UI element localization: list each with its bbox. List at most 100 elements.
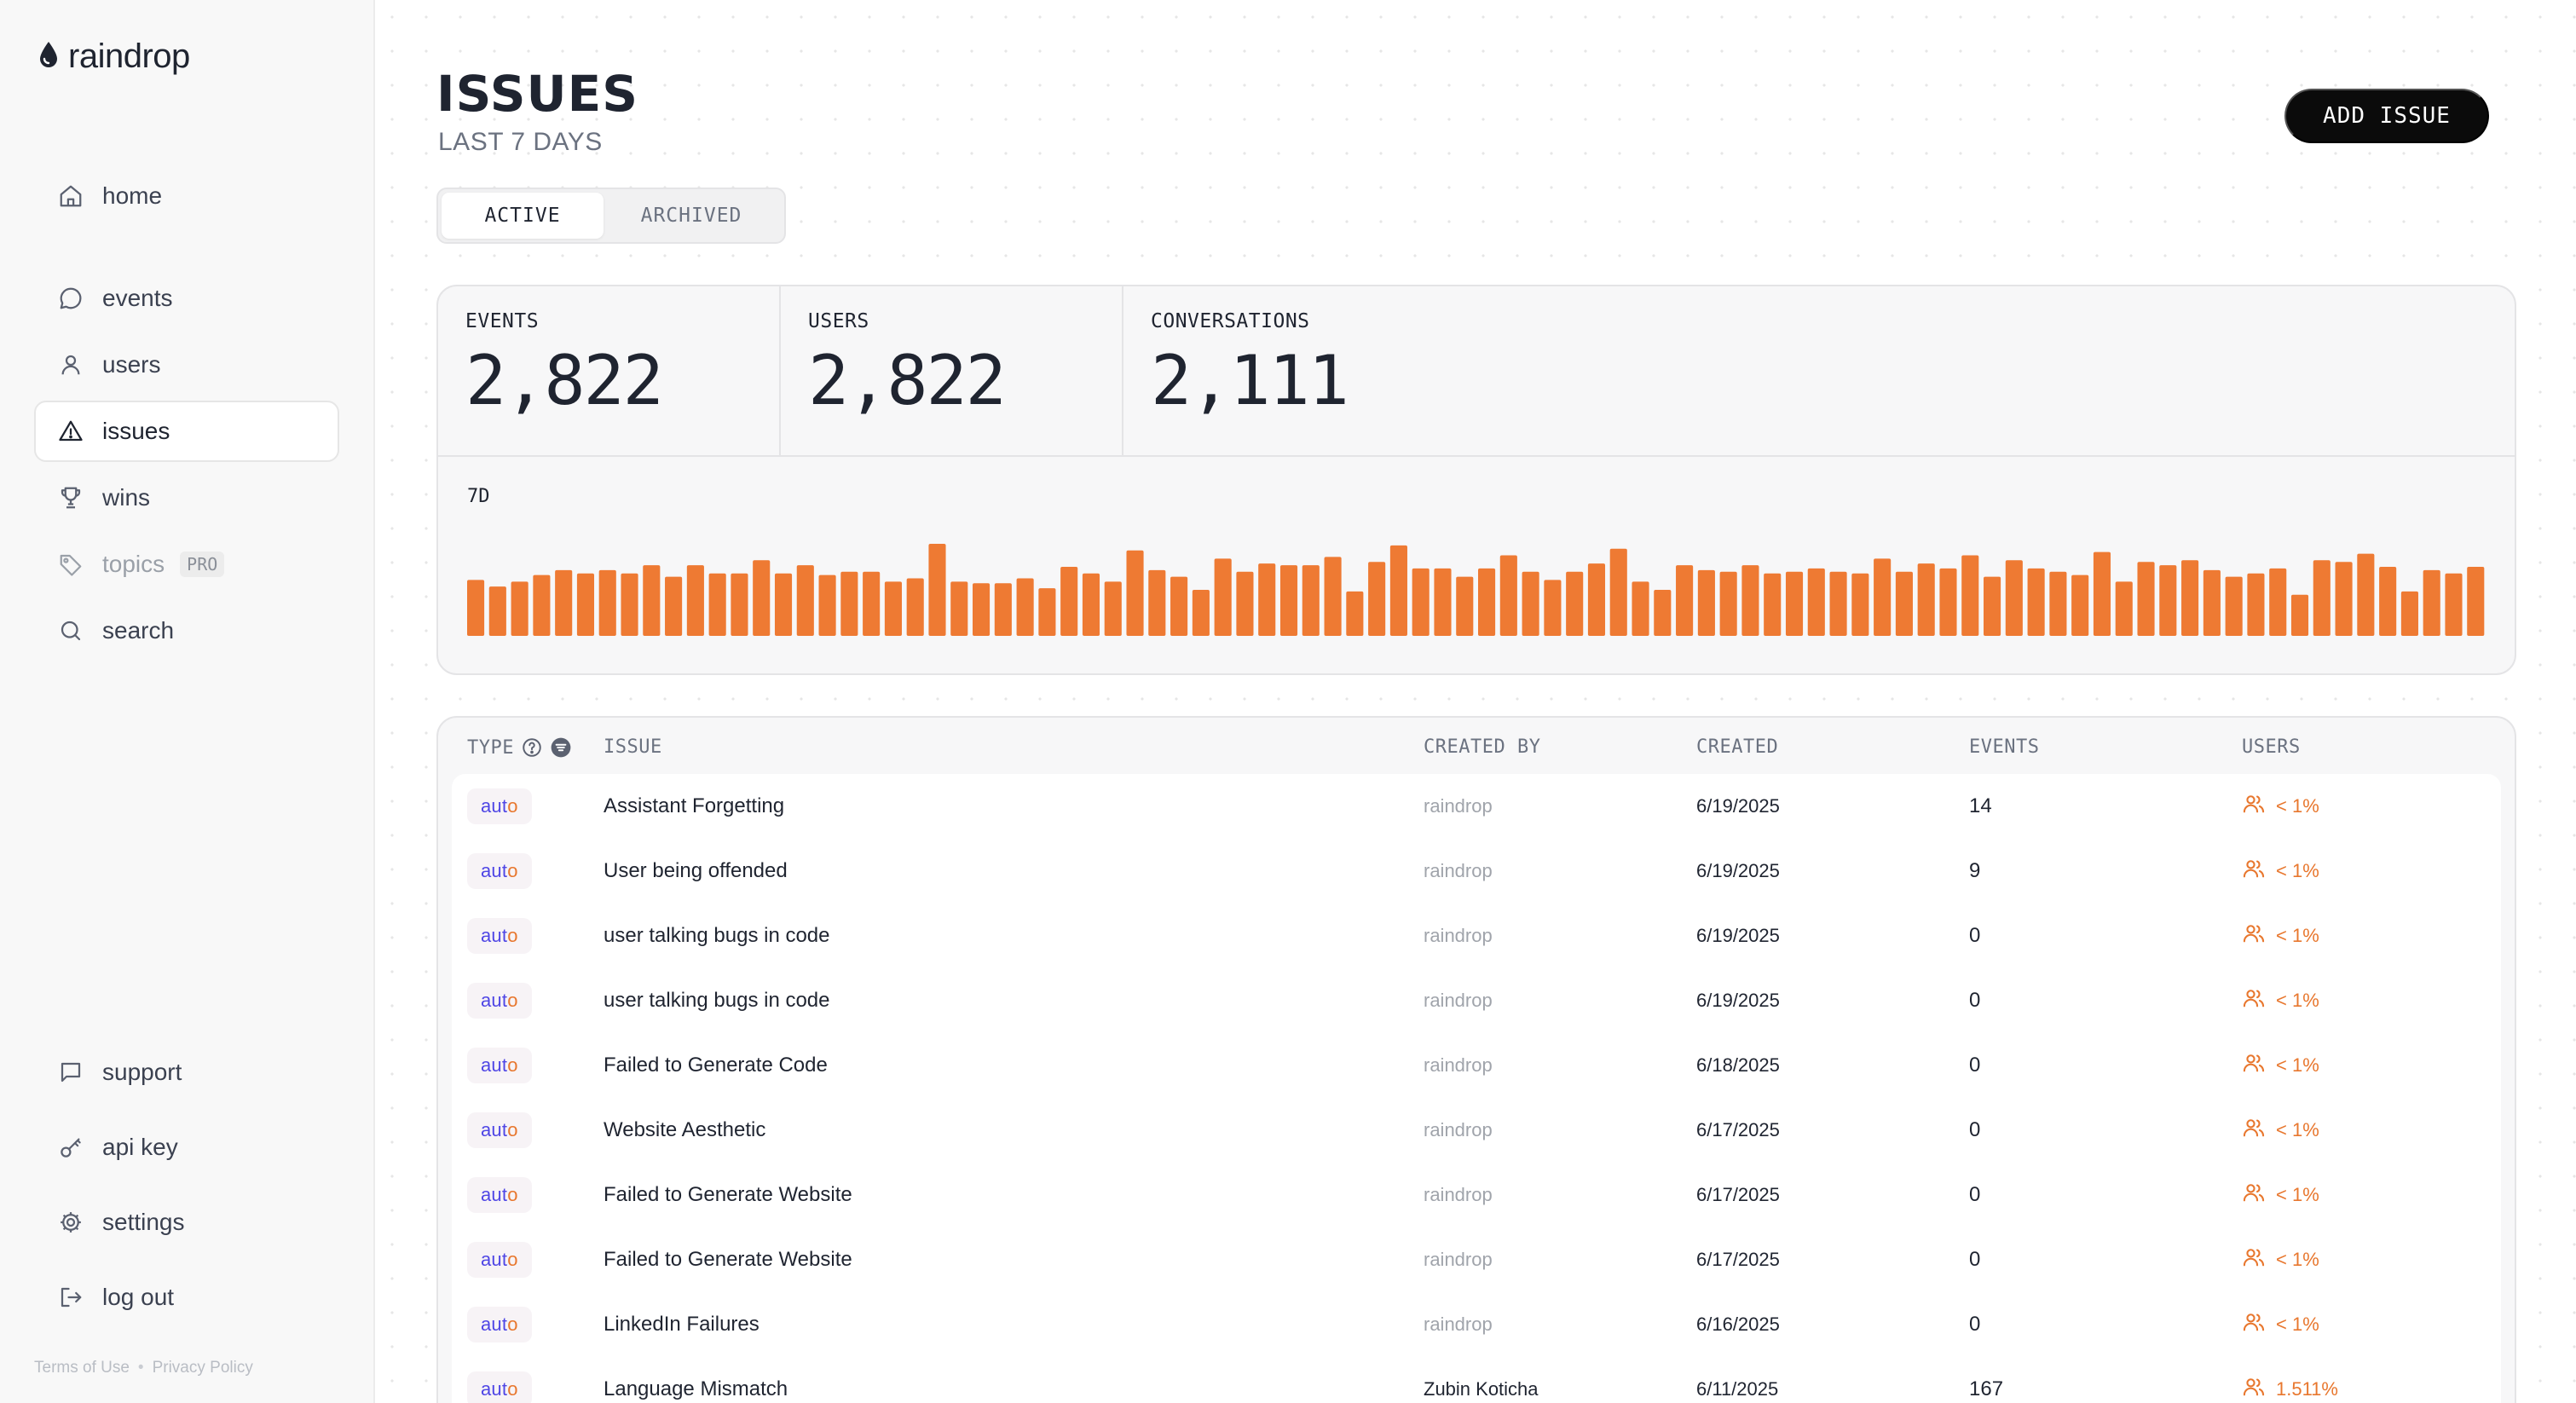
chart-bar[interactable] [1060, 567, 1078, 636]
table-row[interactable]: auto Language Mismatch Zubin Koticha 6/1… [452, 1357, 2501, 1403]
chart-bar[interactable] [1609, 548, 1627, 636]
column-header-events[interactable]: EVENTS [1969, 736, 2039, 758]
chart-bar[interactable] [2269, 568, 2287, 636]
chart-bar[interactable] [2379, 567, 2397, 636]
tab-active[interactable]: ACTIVE [442, 193, 604, 239]
chart-bar[interactable] [1324, 557, 1342, 636]
chart-bar[interactable] [1676, 565, 1694, 636]
chart-bar[interactable] [1346, 591, 1364, 636]
tab-archived[interactable]: ARCHIVED [604, 193, 779, 239]
chart-bar[interactable] [1412, 568, 1430, 636]
chart-bar[interactable] [467, 580, 485, 636]
chart-bar[interactable] [1961, 555, 1979, 637]
chart-bar[interactable] [973, 583, 991, 636]
chart-bar[interactable] [1082, 573, 1100, 636]
chart-bar[interactable] [2115, 581, 2133, 636]
chart-bar[interactable] [576, 573, 595, 636]
table-row[interactable]: auto Assistant Forgetting raindrop 6/19/… [452, 774, 2501, 839]
chart-bar[interactable] [2027, 568, 2045, 636]
issue-name[interactable]: Language Mismatch [604, 1357, 788, 1403]
chart-bar[interactable] [511, 581, 528, 636]
column-header-type[interactable]: TYPE [467, 736, 572, 759]
table-row[interactable]: auto Failed to Generate Website raindrop… [452, 1227, 2501, 1292]
chart-bar[interactable] [2203, 569, 2221, 636]
column-header-created-by[interactable]: CREATED BY [1424, 736, 1540, 758]
chart-bar[interactable] [1895, 571, 1913, 636]
chart-bar[interactable] [2137, 562, 2155, 636]
issue-name[interactable]: Assistant Forgetting [604, 774, 784, 839]
issue-name[interactable]: Failed to Generate Website [604, 1163, 852, 1227]
chart-bar[interactable] [1279, 565, 1298, 636]
chart-bar[interactable] [1192, 590, 1210, 636]
chart-bar[interactable] [2357, 553, 2375, 636]
chart-bar[interactable] [2423, 569, 2440, 636]
issue-name[interactable]: User being offended [604, 839, 788, 904]
table-row[interactable]: auto Failed to Generate Code raindrop 6/… [452, 1033, 2501, 1098]
filter-icon[interactable] [550, 736, 572, 759]
chart-bar[interactable] [621, 573, 638, 636]
chart-bar[interactable] [994, 583, 1012, 636]
chart-bar[interactable] [1807, 568, 1825, 636]
issue-name[interactable]: user talking bugs in code [604, 904, 830, 968]
chart-bar[interactable] [753, 560, 771, 636]
chart-bar[interactable] [863, 571, 881, 636]
brand-logo[interactable]: raindrop [38, 38, 190, 76]
issue-name[interactable]: Website Aesthetic [604, 1098, 765, 1163]
chart-bar[interactable] [686, 565, 704, 636]
chart-bar[interactable] [1389, 545, 1407, 636]
sidebar-item-api-key[interactable]: api key [34, 1117, 339, 1178]
chart-bar[interactable] [1697, 569, 1715, 636]
chart-bar[interactable] [906, 578, 924, 637]
chart-bar[interactable] [1126, 550, 1144, 636]
chart-bar[interactable] [1632, 581, 1649, 636]
chart-bar[interactable] [1587, 563, 1606, 636]
table-row[interactable]: auto User being offended raindrop 6/19/2… [452, 839, 2501, 904]
privacy-link[interactable]: Privacy Policy [153, 1359, 253, 1377]
help-icon[interactable] [521, 736, 543, 759]
chart-bar[interactable] [1654, 590, 1672, 636]
sidebar-item-topics[interactable]: topics PRO [34, 534, 339, 595]
issue-name[interactable]: Failed to Generate Website [604, 1227, 852, 1292]
chart-bar[interactable] [1785, 571, 1804, 636]
chart-bar[interactable] [774, 573, 793, 636]
chart-bar[interactable] [1851, 573, 1869, 636]
chart-bar[interactable] [1741, 565, 1759, 636]
chart-bar[interactable] [598, 569, 616, 636]
table-row[interactable]: auto user talking bugs in code raindrop … [452, 904, 2501, 968]
chart-bar[interactable] [2093, 551, 2111, 636]
chart-bar[interactable] [2313, 560, 2331, 636]
column-header-users[interactable]: USERS [2242, 736, 2301, 758]
sidebar-item-home[interactable]: home [34, 165, 339, 227]
chart-bar[interactable] [2400, 591, 2418, 636]
chart-bar[interactable] [1302, 565, 1320, 636]
chart-bar[interactable] [1829, 571, 1847, 636]
table-row[interactable]: auto Website Aesthetic raindrop 6/17/202… [452, 1098, 2501, 1163]
chart-bar[interactable] [928, 544, 946, 636]
chart-bar[interactable] [533, 574, 551, 636]
column-header-issue[interactable]: ISSUE [604, 736, 662, 758]
chart-bar[interactable] [1874, 558, 1892, 636]
chart-bar[interactable] [1764, 573, 1782, 636]
chart-bar[interactable] [1170, 576, 1188, 636]
chart-bar[interactable] [555, 569, 573, 636]
chart-bar[interactable] [643, 565, 661, 636]
chart-bar[interactable] [1236, 571, 1254, 636]
chart-bar[interactable] [1939, 568, 1957, 636]
chart-bar[interactable] [1038, 588, 1056, 636]
table-row[interactable]: auto user talking bugs in code raindrop … [452, 968, 2501, 1033]
chart-bar[interactable] [1544, 580, 1562, 636]
chart-bar[interactable] [665, 576, 683, 636]
chart-bar[interactable] [2290, 594, 2309, 636]
chart-bar[interactable] [2049, 571, 2067, 636]
issue-name[interactable]: LinkedIn Failures [604, 1292, 760, 1357]
chart-bar[interactable] [1478, 568, 1496, 636]
chart-bar[interactable] [1917, 563, 1935, 636]
sidebar-item-wins[interactable]: wins [34, 467, 339, 528]
chart-bar[interactable] [1258, 563, 1276, 636]
chart-bar[interactable] [2335, 562, 2353, 636]
chart-bar[interactable] [2005, 560, 2023, 636]
sidebar-item-settings[interactable]: settings [34, 1192, 339, 1253]
chart-bar[interactable] [796, 565, 814, 636]
chart-bar[interactable] [1719, 571, 1737, 636]
chart-bar[interactable] [2181, 560, 2199, 636]
